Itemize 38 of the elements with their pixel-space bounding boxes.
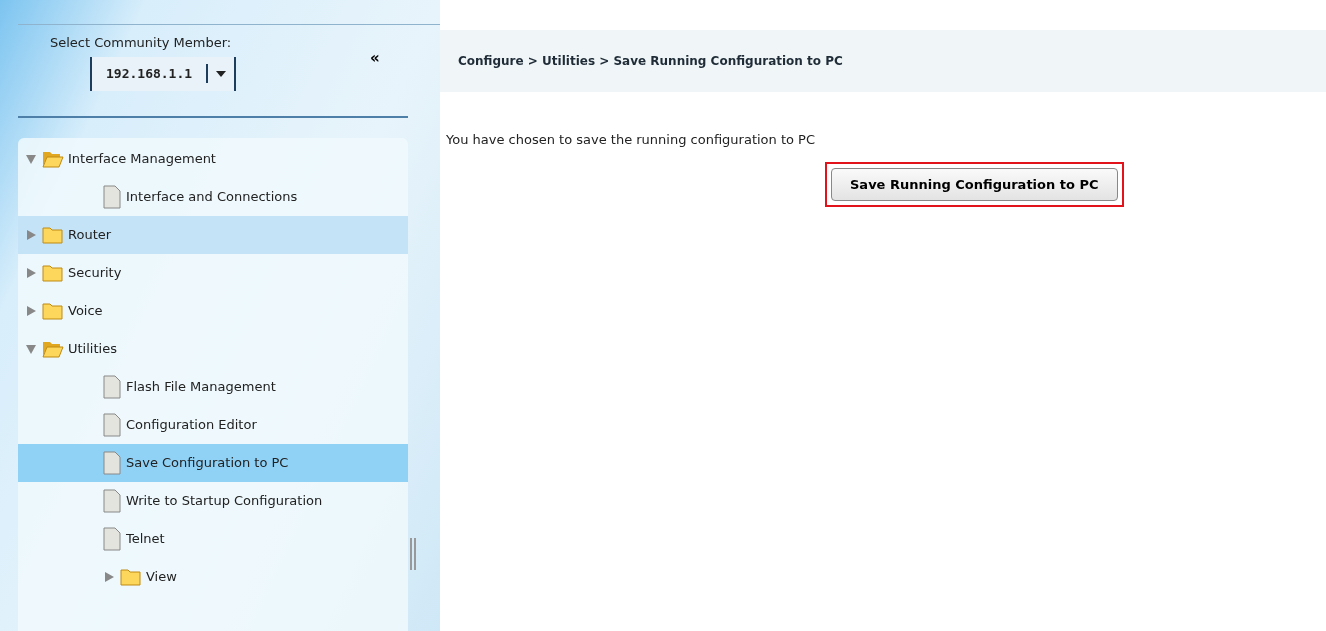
collapsed-arrow-icon[interactable] bbox=[26, 230, 36, 240]
page-icon bbox=[102, 413, 122, 437]
collapsed-arrow-icon[interactable] bbox=[26, 268, 36, 278]
collapsed-arrow-icon[interactable] bbox=[104, 572, 114, 582]
tree-item[interactable]: Interface and Connections bbox=[18, 178, 408, 216]
tree-item[interactable]: Security bbox=[18, 254, 408, 292]
tree-item[interactable]: Telnet bbox=[18, 520, 408, 558]
page-icon bbox=[102, 451, 122, 475]
tree-item[interactable]: Router bbox=[18, 216, 408, 254]
caret-icon bbox=[216, 71, 227, 78]
folder-icon bbox=[42, 264, 64, 282]
message-text: You have chosen to save the running configuration to PC bbox=[446, 131, 817, 149]
tree-item[interactable]: Configuration Editor bbox=[18, 406, 408, 444]
save-button[interactable]: Save Running Configuration to PC bbox=[831, 167, 1118, 201]
breadcrumb: Configure > Utilities > Save Running Configuration to PC bbox=[440, 30, 1326, 92]
tree-item[interactable]: Flash File Management bbox=[18, 368, 408, 406]
tree-item[interactable]: Voice bbox=[18, 292, 408, 330]
folder-icon bbox=[120, 568, 142, 586]
resize-handle[interactable] bbox=[410, 538, 416, 570]
tree-item[interactable]: Save Configuration to PC bbox=[18, 444, 408, 482]
open-folder-icon bbox=[42, 340, 64, 358]
tree-item[interactable]: View bbox=[18, 558, 408, 596]
page-icon bbox=[102, 527, 122, 551]
member-select[interactable]: 192.168.1.1 bbox=[90, 56, 237, 91]
expanded-arrow-icon[interactable] bbox=[26, 344, 36, 354]
tree-item[interactable]: Utilities bbox=[18, 330, 408, 368]
expanded-arrow-icon[interactable] bbox=[26, 154, 36, 164]
member-label: Select Community Member: bbox=[50, 34, 233, 52]
tree-item[interactable]: Write to Startup Configuration bbox=[18, 482, 408, 520]
page-icon bbox=[102, 185, 122, 209]
folder-icon bbox=[42, 226, 64, 244]
folder-icon bbox=[42, 302, 64, 320]
tree-item[interactable]: Interface Management bbox=[18, 140, 408, 178]
collapse-button[interactable]: « bbox=[370, 47, 380, 70]
collapsed-arrow-icon[interactable] bbox=[26, 306, 36, 316]
open-folder-icon bbox=[42, 150, 64, 168]
page-icon bbox=[102, 375, 122, 399]
page-icon bbox=[102, 489, 122, 513]
